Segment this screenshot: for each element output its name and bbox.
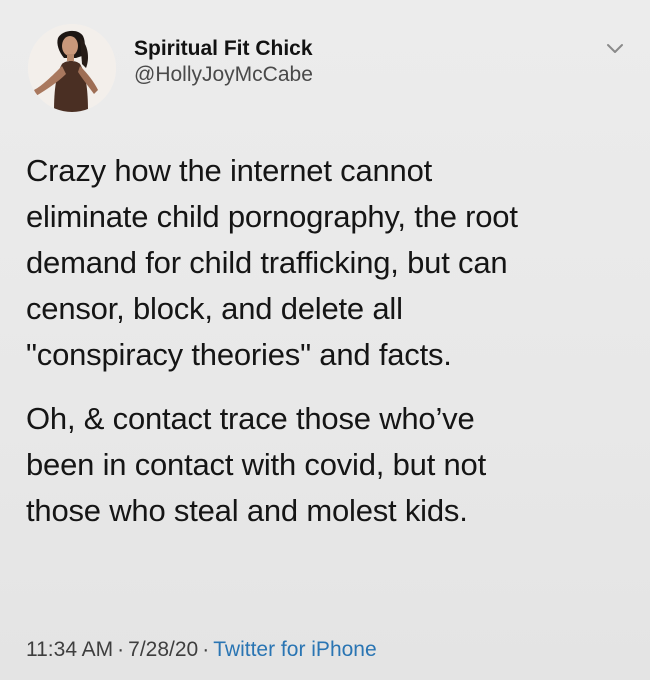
tweet-card: Spiritual Fit Chick @HollyJoyMcCabe Craz…: [0, 0, 650, 680]
tweet-date[interactable]: 7/28/20: [128, 638, 198, 661]
tweet-header: Spiritual Fit Chick @HollyJoyMcCabe: [28, 16, 628, 116]
tweet-text: Crazy how the internet cannot eliminate …: [26, 148, 626, 552]
tweet-metadata: 11:34 AM · 7/28/20 · Twitter for iPhone: [26, 636, 377, 664]
chevron-down-icon[interactable]: [602, 36, 628, 62]
tweet-paragraph: Oh, & contact trace those who’ve been in…: [26, 401, 487, 528]
separator: ·: [117, 638, 125, 661]
tweet-paragraph: Crazy how the internet cannot eliminate …: [26, 153, 518, 372]
avatar[interactable]: [28, 24, 116, 112]
display-name[interactable]: Spiritual Fit Chick: [134, 36, 313, 62]
tweet-time[interactable]: 11:34 AM: [26, 638, 113, 661]
user-handle[interactable]: @HollyJoyMcCabe: [134, 62, 313, 88]
author-names[interactable]: Spiritual Fit Chick @HollyJoyMcCabe: [134, 36, 313, 88]
separator: ·: [202, 638, 210, 661]
avatar-image: [28, 24, 116, 112]
tweet-source-link[interactable]: Twitter for iPhone: [213, 638, 376, 661]
